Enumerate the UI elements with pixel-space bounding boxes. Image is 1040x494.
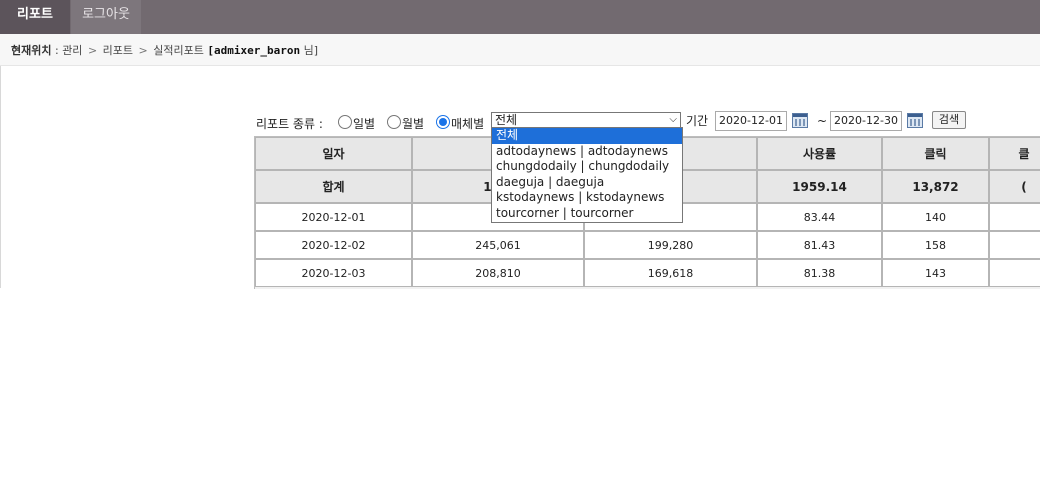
dropdown-option[interactable]: daeguja | daeguja [492,175,682,191]
breadcrumb-user: [admixer_baron [207,44,301,57]
breadcrumb-item-manage: 관리 [62,44,83,57]
radio-daily[interactable] [338,115,352,129]
breadcrumb-user-suffix: 님] [300,44,318,57]
dropdown-option[interactable]: adtodaynews | adtodaynews [492,144,682,160]
dropdown-option[interactable]: 전체 [492,128,682,144]
breadcrumb-label: 현재위치 [11,44,52,57]
table-cell: 245,061 [412,231,584,259]
breadcrumb-item-performance: 실적리포트 [153,44,204,57]
radio-media[interactable] [436,115,450,129]
media-dropdown-list: 전체 adtodaynews | adtodaynews chungdodail… [491,127,683,223]
dropdown-option[interactable]: chungdodaily | chungdodaily [492,159,682,175]
table-header: 일자 [255,137,412,170]
table-total-cell: 1959.14 [757,170,882,203]
table-cell [989,259,1040,287]
calendar-icon[interactable] [792,113,808,128]
date-from-input[interactable]: 2020-12-01 [715,111,787,131]
content-left-border [0,66,1,288]
top-nav-bar: 리포트 로그아웃 [0,0,1040,34]
table-cell-date: 2020-12-01 [255,203,412,231]
table-cell [989,231,1040,259]
radio-daily-label: 일별 [353,117,376,131]
breadcrumb: 현재위치 : 관리 > 리포트 > 실적리포트 [admixer_baron 님… [11,42,318,58]
tab-logout[interactable]: 로그아웃 [71,0,141,34]
report-type-label: 리포트 종류 : [256,117,323,131]
table-cell-date: 2020-12-02 [255,231,412,259]
table-header: 클 [989,137,1040,170]
table-cell-date: 2020-12-03 [255,259,412,287]
date-to-input[interactable]: 2020-12-30 [830,111,902,131]
chevron-right-icon: > [138,44,148,57]
table-cell: 81.43 [757,231,882,259]
dropdown-option[interactable]: kstodaynews | kstodaynews [492,190,682,206]
table-cell [989,203,1040,231]
radio-monthly-label: 월별 [402,117,425,131]
table-cell: 199,280 [584,231,757,259]
table-total-cell: 13,872 [882,170,989,203]
calendar-icon[interactable] [907,113,923,128]
table-cell: 83.44 [757,203,882,231]
media-select[interactable]: 전체 ⌵ [491,112,681,128]
table-cell: 81.38 [757,259,882,287]
radio-monthly[interactable] [387,115,401,129]
dropdown-option[interactable]: tourcorner | tourcorner [492,206,682,222]
search-button[interactable]: 검색 [932,111,966,129]
date-range-tilde: ~ [817,114,828,128]
table-cell: 169,618 [584,259,757,287]
breadcrumb-bar: 현재위치 : 관리 > 리포트 > 실적리포트 [admixer_baron 님… [0,34,1040,66]
table-header: 클릭 [882,137,989,170]
breadcrumb-item-report: 리포트 [102,44,134,57]
tab-report[interactable]: 리포트 [0,0,70,34]
table-header: 사용률 [757,137,882,170]
media-select-value: 전체 [495,113,518,127]
breadcrumb-colon: : [51,44,63,57]
table-cell: 158 [882,231,989,259]
table-cell: 208,810 [412,259,584,287]
radio-media-label: 매체별 [451,117,485,131]
table-cell: 143 [882,259,989,287]
period-label: 기간 [686,114,709,128]
table-total-cell: 합계 [255,170,412,203]
table-cell: 140 [882,203,989,231]
chevron-down-icon: ⌵ [669,114,677,125]
chevron-right-icon: > [87,44,98,57]
table-total-cell: ( [989,170,1040,203]
